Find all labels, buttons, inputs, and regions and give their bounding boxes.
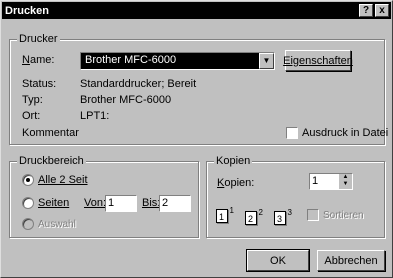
cancel-button-label: Abbrechen xyxy=(324,254,378,267)
print-range-legend: Druckbereich xyxy=(17,155,86,167)
properties-button-label: Eigenschaften xyxy=(283,54,353,67)
page-range-radio[interactable] xyxy=(22,197,34,209)
chevron-down-icon[interactable]: ▼ xyxy=(259,53,274,69)
all-pages-label: Alle 2 Seit xyxy=(38,174,88,186)
to-page-input[interactable]: 2 xyxy=(159,195,191,212)
collate-checkbox[interactable] xyxy=(307,209,319,221)
type-label: Typ: xyxy=(22,94,43,106)
page-icon: 33 xyxy=(274,208,292,225)
page-icon: 22 xyxy=(245,208,263,225)
comment-label: Kommentar xyxy=(22,127,79,139)
collate-label: Sortieren xyxy=(323,210,364,221)
location-value: LPT1: xyxy=(80,110,110,122)
dialog-title: Drucken xyxy=(5,4,50,17)
print-dialog: Drucken ? x Drucker Name: Brother MFC-60… xyxy=(0,0,393,278)
from-label: Von: xyxy=(84,197,107,209)
close-button[interactable]: x xyxy=(375,4,389,17)
ok-button[interactable]: OK xyxy=(246,249,310,272)
to-label: Bis: xyxy=(142,197,161,209)
properties-button[interactable]: Eigenschaften xyxy=(283,50,353,71)
from-page-input[interactable]: 1 xyxy=(105,195,137,212)
copies-group: Kopien xyxy=(206,155,385,238)
title-bar: Drucken ? x xyxy=(2,2,391,19)
printer-name-select[interactable]: Brother MFC-6000 ▼ xyxy=(80,52,275,70)
help-button[interactable]: ? xyxy=(359,4,373,17)
status-label: Status: xyxy=(22,78,57,90)
printer-name-value: Brother MFC-6000 xyxy=(85,54,177,66)
copies-spinner[interactable]: ▲ ▼ xyxy=(338,174,352,189)
location-label: Ort: xyxy=(22,110,41,122)
all-pages-radio[interactable] xyxy=(22,174,34,186)
copies-label: Kopien: xyxy=(217,177,255,189)
cancel-button[interactable]: Abbrechen xyxy=(317,250,385,271)
selection-label: Auswahl xyxy=(38,219,76,230)
spin-up-icon[interactable]: ▲ xyxy=(339,174,352,181)
page-range-label: Seiten xyxy=(38,197,70,209)
printer-group-legend: Drucker xyxy=(17,33,60,45)
status-value: Standarddrucker; Bereit xyxy=(80,78,197,90)
copies-input[interactable]: 1 ▲ ▼ xyxy=(309,173,353,190)
page-icon: 11 xyxy=(216,206,234,223)
print-to-file-checkbox[interactable] xyxy=(286,127,298,139)
type-value: Brother MFC-6000 xyxy=(80,94,172,106)
spin-down-icon[interactable]: ▼ xyxy=(339,181,352,188)
copies-legend: Kopien xyxy=(214,155,253,167)
ok-button-label: OK xyxy=(270,254,286,267)
copies-value: 1 xyxy=(312,175,319,187)
printer-name-label: Name: xyxy=(22,54,55,66)
print-to-file-label: Ausdruck in Datei xyxy=(302,127,389,139)
selection-radio[interactable] xyxy=(22,218,34,230)
